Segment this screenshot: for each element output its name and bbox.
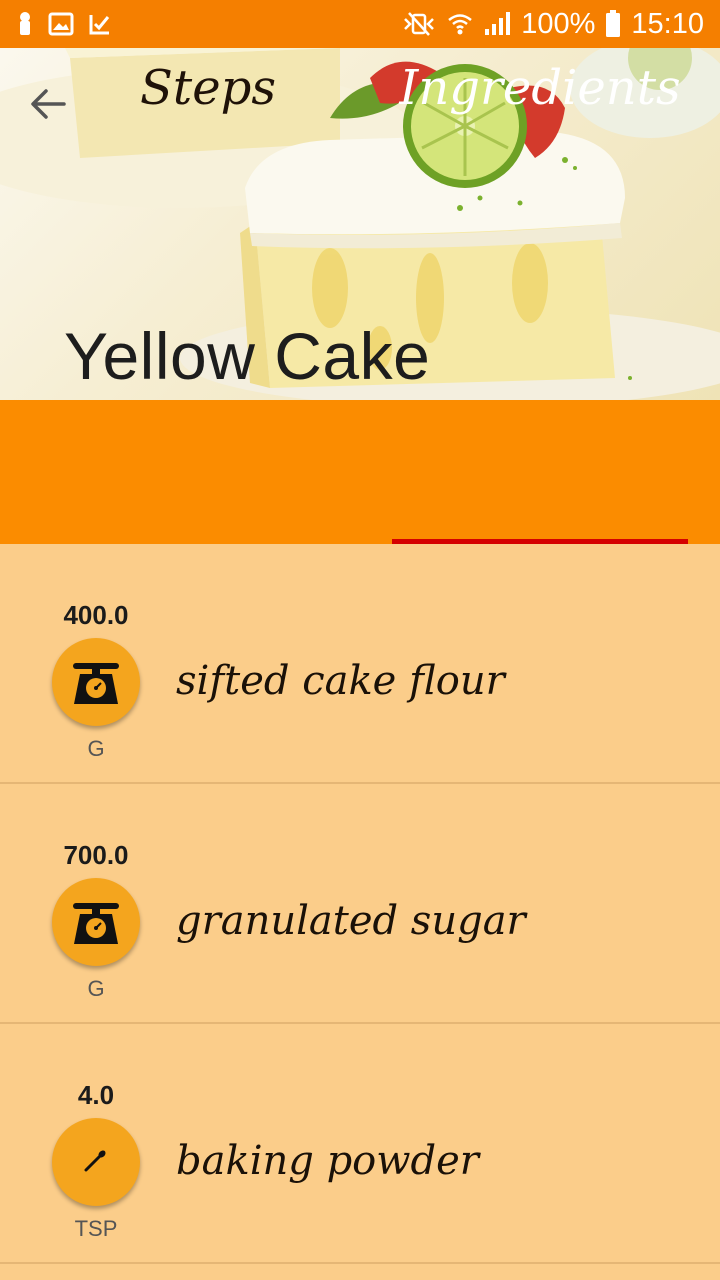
recipe-title: Yellow Cake: [64, 319, 431, 393]
unit-badge: [52, 638, 140, 726]
list-item[interactable]: 700.0 G granulated sugar: [0, 784, 720, 1024]
ingredient-name: granulated sugar: [176, 898, 526, 944]
ingredient-name: baking powder: [176, 1138, 479, 1184]
ingredient-list: 400.0 G sifted cake flour 700.0 G granul…: [0, 544, 720, 1264]
signal-icon: [483, 11, 511, 37]
gallery-icon: [48, 12, 74, 36]
app-notification-icon: [88, 12, 112, 36]
ingredient-unit: TSP: [74, 1216, 118, 1241]
ingredient-quantity: 400.0: [63, 600, 129, 630]
ingredient-name: sifted cake flour: [176, 658, 505, 704]
tab-steps[interactable]: Steps: [48, 60, 368, 144]
scale-icon: [68, 894, 124, 950]
ingredient-quantity: 4.0: [77, 1080, 115, 1110]
ingredient-unit: G: [87, 736, 105, 761]
unit-badge: [52, 878, 140, 966]
list-item[interactable]: 400.0 G sifted cake flour: [0, 544, 720, 784]
clock: 15:10: [631, 7, 704, 40]
scale-icon: [68, 654, 124, 710]
spoon-icon: [76, 1140, 116, 1184]
ingredient-quantity: 700.0: [63, 840, 129, 870]
wifi-icon: [447, 11, 473, 37]
unit-badge: [52, 1118, 140, 1206]
status-bar-left: [0, 11, 112, 37]
ingredient-unit: G: [87, 976, 105, 1001]
list-item[interactable]: 4.0 TSP baking powder: [0, 1024, 720, 1264]
mute-icon: [401, 11, 437, 37]
tab-ingredients[interactable]: Ingredients: [392, 60, 688, 144]
status-bar-right: 100% 15:10: [401, 8, 720, 41]
notification-icon: [16, 11, 34, 37]
battery-icon: [605, 10, 621, 38]
status-bar: 100% 15:10: [0, 0, 720, 48]
battery-percentage: 100%: [521, 7, 596, 40]
tab-bar: [0, 400, 720, 544]
